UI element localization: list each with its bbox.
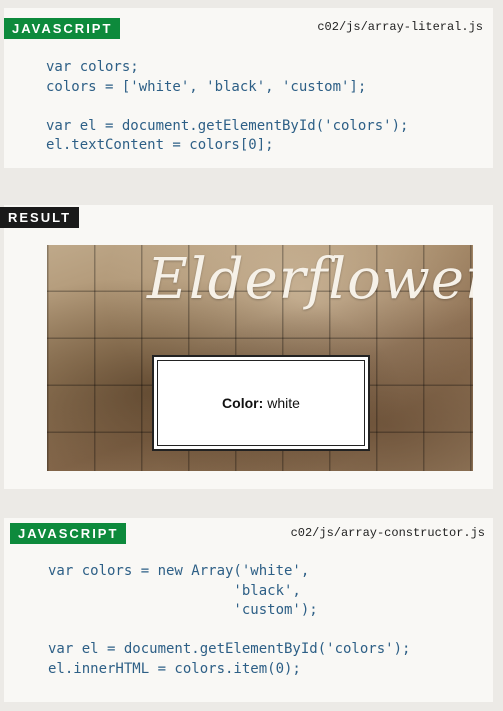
result-panel: RESULT Elderflower Color: white (0, 205, 493, 489)
elderflower-logo: Elderflower (147, 247, 473, 312)
code-block: var colors = new Array('white', 'black',… (48, 563, 411, 677)
result-tag: RESULT (0, 207, 80, 228)
color-label: Color: (222, 395, 264, 411)
code-example-array-constructor: JAVASCRIPT c02/js/array-constructor.js v… (4, 518, 493, 702)
file-path: c02/js/array-literal.js (317, 20, 483, 34)
javascript-tag: JAVASCRIPT (10, 523, 127, 544)
code-block: var colors; colors = ['white', 'black', … (46, 59, 409, 153)
color-output-box: Color: white (152, 355, 370, 451)
file-path: c02/js/array-constructor.js (290, 526, 485, 540)
color-value: white (267, 395, 300, 411)
code-example-array-literal: JAVASCRIPT c02/js/array-literal.js var c… (4, 8, 493, 168)
result-image: Elderflower Color: white (47, 245, 473, 471)
javascript-tag: JAVASCRIPT (4, 18, 121, 39)
